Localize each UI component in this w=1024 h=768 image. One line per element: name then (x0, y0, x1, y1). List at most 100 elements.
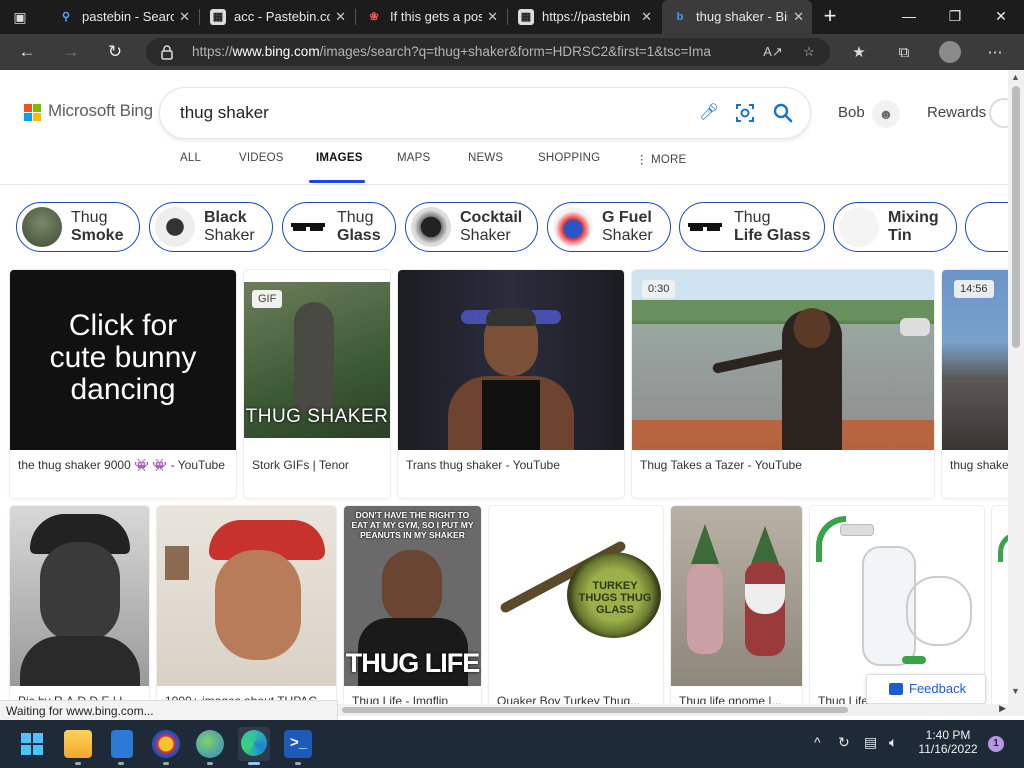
volume-icon[interactable]: 🔈︎ (889, 734, 897, 751)
edge-taskbar-button[interactable] (238, 727, 270, 761)
horizontal-scrollbar[interactable]: ▶ (338, 703, 1008, 716)
profile-avatar[interactable] (939, 41, 961, 63)
new-tab-button[interactable]: + (818, 4, 842, 30)
close-tab-icon[interactable]: ✕ (179, 0, 190, 34)
notepad-icon[interactable] (111, 730, 133, 758)
related-pill-mixing-tin[interactable]: Mixing Tin (833, 202, 957, 252)
clock[interactable]: 1:40 PM 11/16/2022 (916, 728, 980, 756)
close-tab-icon[interactable]: ✕ (487, 0, 498, 34)
more-dots-icon: ⋮ (636, 154, 652, 166)
tab-thug-shaker-bing[interactable]: b thug shaker - Bing ✕ (662, 0, 812, 34)
tab-pastebin-url[interactable]: ▦ https://pastebin ✕ (508, 0, 660, 34)
maximize-button[interactable]: ❐ (932, 0, 978, 34)
image-result[interactable]: THUG SHAKER GIF Stork GIFs | Tenor (244, 270, 390, 498)
related-pill-thug-smoke[interactable]: Thug Smoke (16, 202, 140, 252)
powershell-icon[interactable]: >_ (284, 730, 312, 758)
file-explorer-icon[interactable] (64, 730, 92, 758)
scope-more[interactable]: ⋮ MORE (636, 152, 686, 166)
user-avatar-icon[interactable]: ☻ (872, 100, 900, 128)
windows-start-icon[interactable] (18, 730, 46, 758)
logo-square-blue (24, 113, 32, 121)
result-image (157, 506, 336, 686)
globe-icon[interactable] (196, 730, 224, 758)
sync-icon[interactable]: ↻ (838, 734, 850, 751)
image-result[interactable]: 0:30 Thug Takes a Tazer - YouTube (632, 270, 934, 498)
notification-badge[interactable]: 1 (988, 736, 1004, 752)
tab-pastebin-search[interactable]: ⚲ pastebin - Search ✕ (48, 0, 198, 34)
vertical-scrollbar[interactable]: ▲ ▼ (1008, 70, 1024, 716)
user-name[interactable]: Bob (838, 104, 865, 121)
related-pill-g-fuel-shaker[interactable]: G Fuel Shaker (547, 202, 671, 252)
taskbar: >_ ^ ↻ ▤ 🔈︎ 1:40 PM 11/16/2022 1 (0, 720, 1024, 768)
related-pill-black-shaker[interactable]: Black Shaker (149, 202, 273, 252)
scrollbar-thumb[interactable] (1012, 86, 1020, 348)
header-divider (0, 184, 1008, 185)
microphone-icon[interactable]: 🎤︎ (698, 102, 720, 124)
scope-nav: ALL VIDEOS IMAGES MAPS NEWS SHOPPING ⋮ M… (0, 152, 1008, 184)
tab-acc-pastebin[interactable]: ▦ acc - Pastebin.com ✕ (200, 0, 354, 34)
result-image (398, 270, 624, 450)
logo-text: Microsoft Bing (48, 101, 153, 120)
image-result[interactable]: 1000+ images about TUPAC... (157, 506, 336, 716)
refresh-button[interactable]: ↻ (102, 40, 128, 64)
image-result[interactable]: Thug life gnome |... (671, 506, 802, 716)
more-menu-icon[interactable]: ⋯ (984, 42, 1006, 64)
running-indicator (295, 762, 301, 765)
result-caption: Trans thug shaker - YouTube (406, 458, 560, 472)
result-caption: thug shake (950, 458, 1008, 472)
scope-maps[interactable]: MAPS (397, 152, 430, 164)
related-pill-cocktail-shaker[interactable]: Cocktail Shaker (405, 202, 538, 252)
tab-if-this-gets-a-post[interactable]: ❀ If this gets a post ✕ (356, 0, 506, 34)
scroll-right-icon[interactable]: ▶ (999, 703, 1006, 714)
visual-search-icon[interactable] (734, 102, 756, 124)
add-favorite-icon[interactable]: ☆ (798, 42, 820, 62)
scroll-down-icon[interactable]: ▼ (1011, 686, 1020, 696)
related-pill-next[interactable] (965, 202, 1008, 252)
close-window-button[interactable]: ✕ (978, 0, 1024, 34)
back-button[interactable]: ← (14, 40, 40, 64)
pill-thumbnail (553, 207, 593, 247)
forward-button[interactable]: → (58, 40, 84, 64)
browser-title-bar: ▣ ⚲ pastebin - Search ✕ ▦ acc - Pastebin… (0, 0, 1024, 34)
url-text[interactable]: https://www.bing.com/images/search?q=thu… (192, 38, 712, 66)
rewards-badge-icon[interactable] (989, 98, 1008, 128)
show-hidden-icons-icon[interactable]: ^ (814, 734, 821, 750)
result-image: DON'T HAVE THE RIGHT TO EAT AT MY GYM, S… (344, 506, 481, 686)
image-result[interactable]: Click for cute bunny dancing the thug sh… (10, 270, 236, 498)
read-aloud-icon[interactable]: A↗ (762, 42, 784, 62)
logo-square-green (33, 104, 41, 112)
address-bar[interactable]: https://www.bing.com/images/search?q=thu… (146, 38, 830, 66)
related-pill-thug-glass[interactable]: Thug Glass (282, 202, 396, 252)
search-input[interactable]: thug shaker (180, 88, 269, 138)
app-icon[interactable] (152, 730, 180, 758)
search-icon[interactable] (772, 102, 794, 124)
pill-thumbnail (155, 207, 195, 247)
favorites-icon[interactable]: ★ (848, 42, 870, 64)
image-result[interactable] (992, 506, 1008, 716)
image-result[interactable]: Pic by R.A.D.D.E | I... (10, 506, 149, 716)
minimize-button[interactable]: — (886, 0, 932, 34)
image-result[interactable]: Trans thug shaker - YouTube (398, 270, 624, 498)
scope-images[interactable]: IMAGES (316, 152, 363, 164)
scope-shopping[interactable]: SHOPPING (538, 152, 600, 164)
related-pill-thug-life-glass[interactable]: Thug Life Glass (679, 202, 825, 252)
network-icon[interactable]: ▤ (864, 734, 877, 751)
image-result[interactable]: DON'T HAVE THE RIGHT TO EAT AT MY GYM, S… (344, 506, 481, 716)
scope-news[interactable]: NEWS (468, 152, 503, 164)
close-tab-icon[interactable]: ✕ (793, 0, 804, 34)
close-tab-icon[interactable]: ✕ (335, 0, 346, 34)
collections-icon[interactable]: ⧉ (893, 42, 915, 64)
close-tab-icon[interactable]: ✕ (641, 0, 652, 34)
search-box[interactable]: thug shaker 🎤︎ (160, 88, 810, 138)
scope-videos[interactable]: VIDEOS (239, 152, 284, 164)
scroll-up-icon[interactable]: ▲ (1011, 72, 1020, 82)
image-result[interactable]: 14:56 thug shake (942, 270, 1008, 498)
running-indicator (207, 762, 213, 765)
scrollbar-thumb[interactable] (342, 707, 848, 713)
tab-actions-icon[interactable]: ▣ (10, 7, 30, 27)
feedback-icon (889, 683, 903, 695)
rewards-label[interactable]: Rewards (927, 104, 986, 121)
scope-all[interactable]: ALL (180, 152, 201, 164)
feedback-button[interactable]: Feedback (866, 674, 986, 704)
image-result[interactable]: TURKEY THUGS THUG GLASS Quaker Boy Turke… (489, 506, 663, 716)
